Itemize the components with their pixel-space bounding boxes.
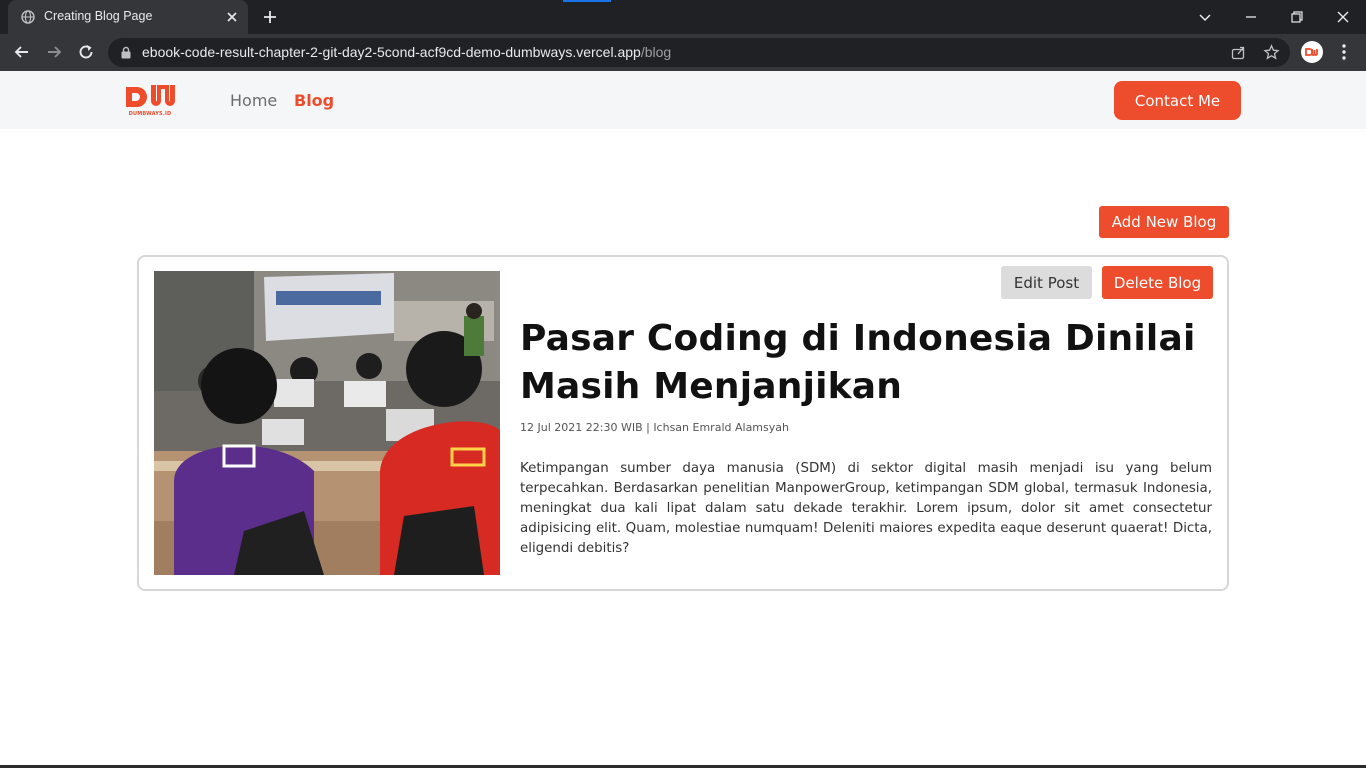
close-window-icon[interactable] bbox=[1332, 6, 1354, 28]
site-navbar: DUMBWAYS.ID Home Blog Contact Me bbox=[0, 71, 1366, 129]
new-tab-icon[interactable] bbox=[261, 8, 279, 26]
page-content: DUMBWAYS.ID Home Blog Contact Me Add New… bbox=[0, 71, 1366, 768]
browser-tab-active[interactable]: Creating Blog Page bbox=[8, 0, 248, 34]
browser-menu-icon[interactable] bbox=[1337, 43, 1351, 61]
delete-blog-button[interactable]: Delete Blog bbox=[1102, 266, 1213, 299]
reload-icon[interactable] bbox=[76, 42, 96, 62]
blog-post-image[interactable] bbox=[154, 271, 500, 575]
tab-title: Creating Blog Page bbox=[44, 9, 153, 23]
address-bar[interactable]: ebook-code-result-chapter-2-git-day2-5co… bbox=[108, 38, 1290, 67]
browser-toolbar: ebook-code-result-chapter-2-git-day2-5co… bbox=[0, 34, 1366, 71]
blog-post-excerpt: Ketimpangan sumber daya manusia (SDM) di… bbox=[520, 461, 1212, 556]
brand-subtitle: DUMBWAYS.ID bbox=[128, 111, 172, 117]
url-text: ebook-code-result-chapter-2-git-day2-5co… bbox=[142, 44, 671, 60]
share-icon[interactable] bbox=[1230, 44, 1247, 61]
classroom-photo bbox=[154, 271, 500, 575]
nav-link-blog[interactable]: Blog bbox=[294, 91, 334, 110]
minimize-icon[interactable] bbox=[1240, 6, 1262, 28]
lock-icon bbox=[121, 46, 131, 59]
url-path: /blog bbox=[640, 44, 672, 60]
globe-icon bbox=[21, 10, 35, 24]
back-icon[interactable] bbox=[12, 42, 32, 62]
forward-icon[interactable] bbox=[44, 42, 64, 62]
add-new-blog-button[interactable]: Add New Blog bbox=[1099, 206, 1229, 238]
blog-post-title[interactable]: Pasar Coding di Indonesia Dinilai Masih … bbox=[520, 315, 1200, 411]
restore-icon[interactable] bbox=[1286, 6, 1308, 28]
url-host: ebook-code-result-chapter-2-git-day2-5co… bbox=[142, 44, 641, 60]
close-tab-icon[interactable] bbox=[224, 9, 240, 25]
profile-avatar[interactable] bbox=[1301, 41, 1323, 63]
contact-me-button[interactable]: Contact Me bbox=[1114, 81, 1241, 120]
nav-link-home[interactable]: Home bbox=[230, 91, 277, 110]
tab-strip-accent bbox=[563, 0, 611, 2]
edit-post-button[interactable]: Edit Post bbox=[1001, 266, 1092, 299]
blog-post-meta: 12 Jul 2021 22:30 WIB | Ichsan Emrald Al… bbox=[520, 421, 789, 434]
profile-logo-icon bbox=[1305, 48, 1318, 56]
tab-search-icon[interactable] bbox=[1194, 6, 1216, 28]
browser-tab-bar: Creating Blog Page bbox=[0, 0, 1366, 34]
bookmark-star-icon[interactable] bbox=[1263, 44, 1280, 61]
blog-post-card: Edit Post Delete Blog Pasar Coding di In… bbox=[137, 255, 1229, 591]
